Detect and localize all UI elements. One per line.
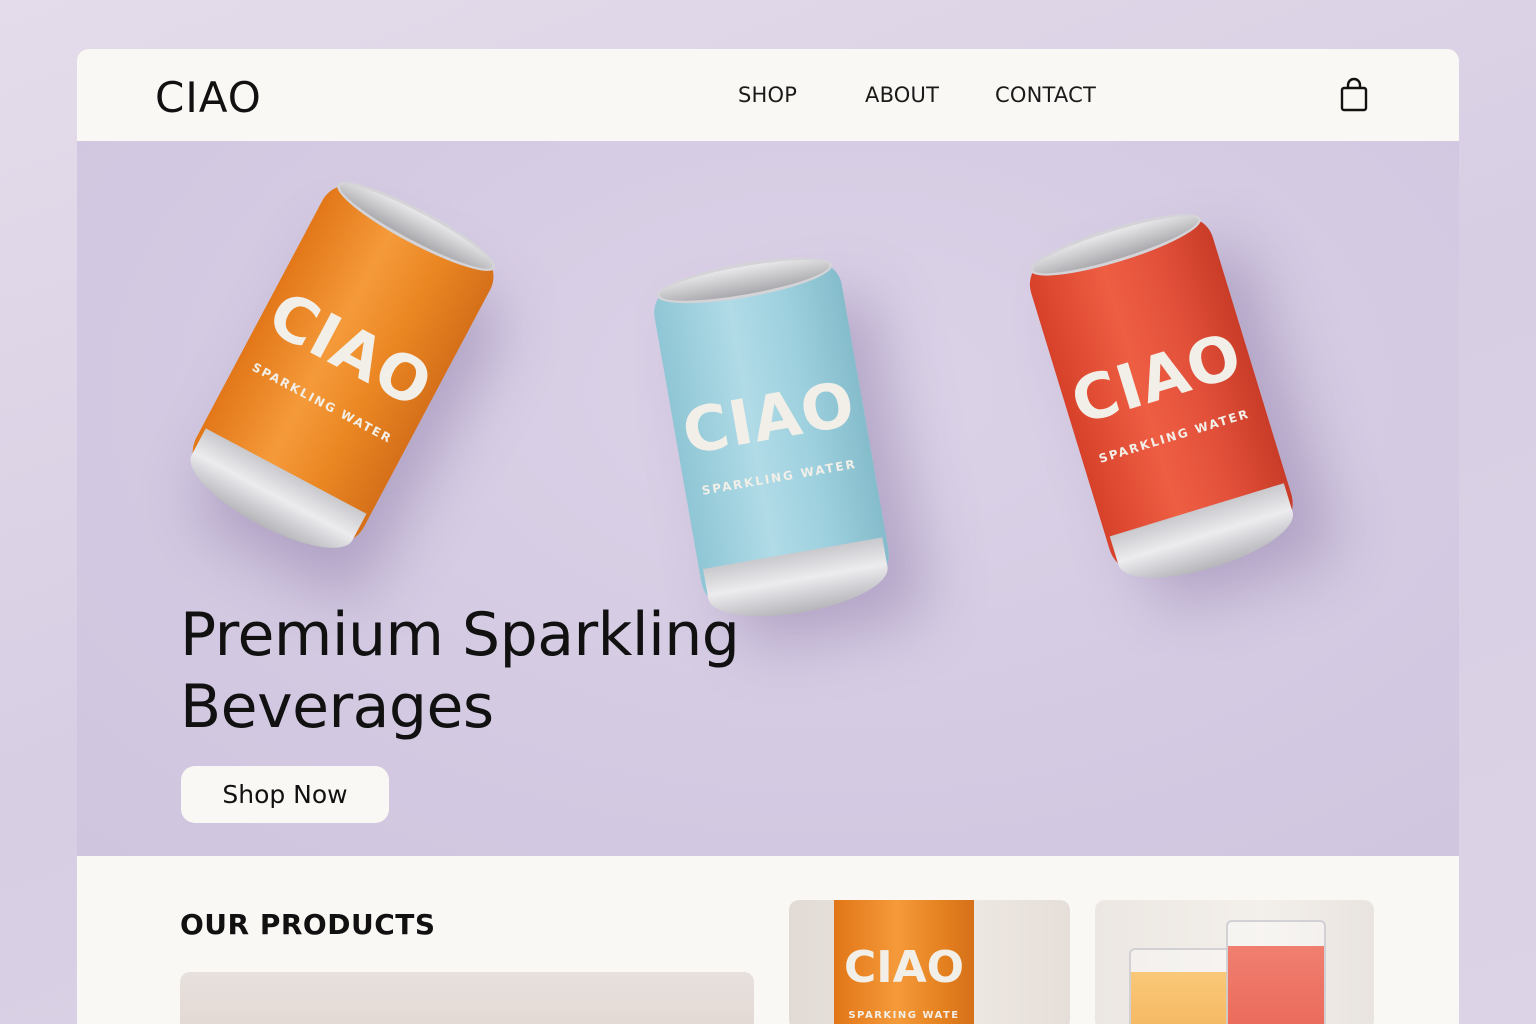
hero-title-line1: Premium Sparkling [180, 600, 740, 670]
orange-drink-glass [1129, 948, 1233, 1024]
products-title: OUR PRODUCTS [180, 908, 436, 941]
products-section: OUR PRODUCTS CIAO SPARKING WATE [77, 856, 1459, 1024]
hero-title-line2: Beverages [180, 672, 494, 742]
blue-can: CIAO SPARKLING WATER [649, 248, 895, 629]
nav-contact[interactable]: CONTACT [995, 83, 1096, 107]
logo[interactable]: CIAO [155, 73, 262, 122]
card-can-brand: CIAO [843, 942, 965, 993]
product-card-1[interactable] [180, 972, 754, 1024]
product-card-2[interactable]: CIAO SPARKING WATE [789, 900, 1070, 1024]
hero-title: Premium Sparkling Beverages [180, 599, 880, 743]
card-can-subtitle: SPARKING WATE [848, 1010, 960, 1021]
product-card-3[interactable] [1095, 900, 1374, 1024]
site-header: CIAO SHOP ABOUT CONTACT [77, 49, 1459, 141]
shop-now-button[interactable]: Shop Now [181, 766, 389, 823]
red-can: CIAO SPARKLING WATER [1022, 202, 1302, 594]
nav-shop[interactable]: SHOP [738, 83, 797, 107]
can-brand: CIAO [677, 366, 861, 469]
product-can-image: CIAO SPARKING WATE [834, 900, 974, 1024]
shopping-bag-icon[interactable] [1339, 77, 1369, 113]
page: CIAO SHOP ABOUT CONTACT CIAO SPARKLING W… [77, 49, 1459, 1024]
orange-can: CIAO SPARKLING WATER [177, 169, 504, 567]
nav-about[interactable]: ABOUT [865, 83, 939, 107]
can-brand: CIAO [257, 276, 445, 423]
hero-section: CIAO SPARKLING WATER CIAO SPARKLING WATE… [77, 141, 1459, 856]
red-drink-glass [1226, 920, 1326, 1024]
